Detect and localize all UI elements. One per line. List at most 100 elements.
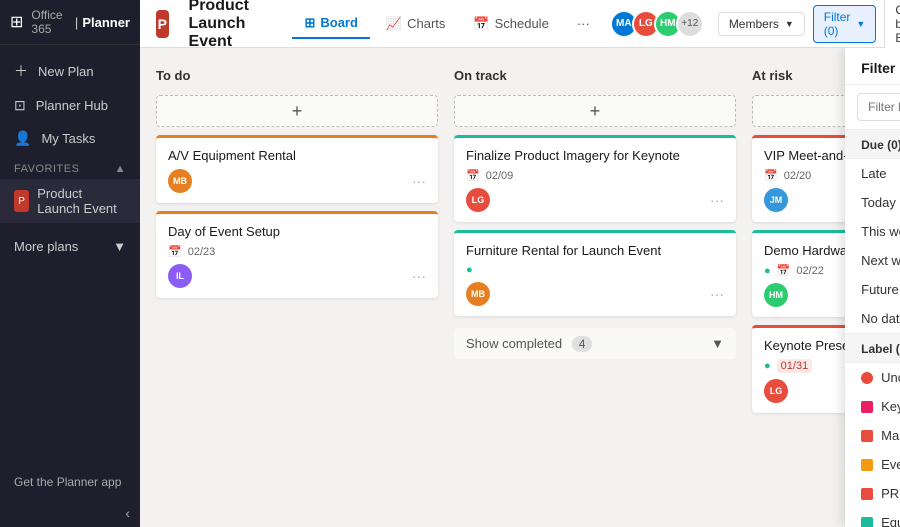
show-completed-button[interactable]: Show completed 4 ▼	[454, 328, 736, 359]
task-assignee: LG	[764, 379, 788, 403]
avatar-count[interactable]: +12	[676, 10, 704, 38]
pr-dot	[861, 488, 873, 500]
more-plans-chevron: ▼	[113, 239, 126, 254]
favorite-item-label: Product Launch Event	[37, 186, 126, 216]
tabs-more-button[interactable]: ···	[569, 12, 598, 35]
column-title-on-track: On track	[454, 68, 507, 83]
filter-search-input[interactable]	[857, 93, 900, 121]
add-task-todo[interactable]: +	[156, 95, 438, 127]
filter-label-event-label: Event Planning	[881, 457, 900, 472]
planner-hub-label: Planner Hub	[36, 98, 108, 113]
filter-due-next-week-label: Next week	[861, 253, 900, 268]
filter-button[interactable]: Filter (0) ▼	[813, 5, 877, 43]
task-date: 02/20	[784, 170, 812, 182]
column-on-track: On track + Finalize Product Imagery for …	[454, 64, 736, 511]
filter-chevron: ▼	[856, 19, 865, 29]
filter-due-late[interactable]: Late	[845, 159, 900, 188]
board-area: To do + A/V Equipment Rental MB ··· Day …	[140, 48, 900, 527]
favorites-chevron[interactable]: ▲	[115, 163, 126, 175]
filter-label-keynote-label: Keynote Presentation	[881, 399, 900, 414]
show-completed-chevron: ▼	[711, 336, 724, 351]
task-more-icon[interactable]: ···	[412, 268, 426, 284]
planner-label: Planner	[82, 15, 130, 30]
task-title: Furniture Rental for Launch Event	[466, 243, 724, 258]
task-meta: 📅 02/09	[466, 169, 724, 182]
column-todo: To do + A/V Equipment Rental MB ··· Day …	[156, 64, 438, 511]
filter-label-section-header[interactable]: Label (0) ▲	[845, 333, 900, 363]
sidebar-collapse-button[interactable]: ‹	[0, 499, 140, 527]
group-by-button[interactable]: Group by Bucket ▼	[884, 0, 900, 50]
filter-items: Due (0) ▲ Late Today This week Next week…	[845, 129, 900, 527]
filter-label-pr[interactable]: PR ···	[845, 479, 900, 508]
task-footer: MB ···	[466, 282, 724, 306]
filter-item-left: Keynote Presentation	[861, 399, 900, 414]
task-more-icon[interactable]: ···	[412, 173, 426, 189]
filter-label-marketing[interactable]: Marketing Collateral ···	[845, 421, 900, 450]
marketing-dot	[861, 430, 873, 442]
task-date: 02/09	[486, 170, 514, 182]
task-card-furniture-rental[interactable]: Furniture Rental for Launch Event ● MB ·…	[454, 230, 736, 316]
filter-due-this-week-label: This week	[861, 224, 900, 239]
column-title-todo: To do	[156, 68, 190, 83]
filter-label-equipment[interactable]: Equipment ···	[845, 508, 900, 527]
filter-label-uncategorized[interactable]: Uncategorized ···	[845, 363, 900, 392]
favorites-label: Favorites	[14, 163, 79, 175]
equipment-dot	[861, 517, 873, 527]
topbar: P Product Launch Event ⊞ Board 📈 Charts …	[140, 0, 900, 48]
tab-schedule[interactable]: 📅 Schedule	[461, 10, 560, 38]
filter-due-today[interactable]: Today	[845, 188, 900, 217]
charts-tab-label: Charts	[407, 16, 445, 31]
task-card-finalize-imagery[interactable]: Finalize Product Imagery for Keynote 📅 0…	[454, 135, 736, 222]
filter-due-no-date[interactable]: No date	[845, 304, 900, 333]
filter-label-marketing-label: Marketing Collateral	[881, 428, 900, 443]
filter-header: Filter Clear	[845, 48, 900, 85]
get-planner-app[interactable]: Get the Planner app	[0, 465, 140, 499]
project-logo: P	[156, 10, 169, 38]
filter-item-left: Uncategorized	[861, 370, 900, 385]
sidebar-item-product-launch[interactable]: P Product Launch Event	[0, 179, 140, 223]
event-planning-dot	[861, 459, 873, 471]
sidebar-item-new-plan[interactable]: ＋ New Plan	[0, 53, 140, 89]
more-plans-item[interactable]: More plans ▼	[0, 231, 140, 262]
tab-charts[interactable]: 📈 Charts	[374, 10, 457, 38]
filter-due-no-date-label: No date	[861, 311, 900, 326]
task-more-icon[interactable]: ···	[710, 286, 724, 302]
task-card-av-equipment[interactable]: A/V Equipment Rental MB ···	[156, 135, 438, 203]
filter-label-keynote[interactable]: Keynote Presentation ···	[845, 392, 900, 421]
office-label: Office 365	[31, 8, 67, 36]
new-plan-label: New Plan	[38, 64, 94, 79]
members-label: Members	[729, 17, 779, 31]
task-title: A/V Equipment Rental	[168, 148, 426, 163]
sidebar-item-planner-hub[interactable]: ⊡ Planner Hub	[0, 89, 140, 122]
task-assignee: MB	[466, 282, 490, 306]
column-header-todo: To do	[156, 64, 438, 87]
uncategorized-dot	[861, 372, 873, 384]
filter-due-future-label: Future	[861, 282, 899, 297]
get-app-label: Get the Planner app	[14, 475, 121, 489]
task-date: 02/23	[188, 246, 216, 258]
add-task-on-track[interactable]: +	[454, 95, 736, 127]
plus-icon: ＋	[14, 61, 28, 81]
filter-due-section-header[interactable]: Due (0) ▲	[845, 129, 900, 159]
board-tab-icon: ⊞	[304, 15, 315, 31]
task-footer: MB ···	[168, 169, 426, 193]
icon-dot: ●	[764, 265, 771, 277]
my-tasks-label: My Tasks	[41, 131, 95, 146]
members-button[interactable]: Members ▼	[718, 12, 805, 36]
task-meta: ●	[466, 264, 724, 276]
filter-panel: Filter Clear Due (0) ▲ Late Today This w…	[845, 48, 900, 527]
filter-label: Filter (0)	[824, 10, 851, 38]
tab-board[interactable]: ⊞ Board	[292, 9, 369, 39]
filter-label-event-planning[interactable]: Event Planning ···	[845, 450, 900, 479]
task-date: 02/22	[796, 265, 824, 277]
filter-due-future[interactable]: Future	[845, 275, 900, 304]
filter-due-next-week[interactable]: Next week	[845, 246, 900, 275]
task-card-day-of-event[interactable]: Day of Event Setup 📅 02/23 IL ···	[156, 211, 438, 298]
project-logo-letter: P	[158, 16, 167, 32]
page-title: Product Launch Event	[189, 0, 265, 51]
waffle-icon[interactable]: ⊞	[10, 12, 23, 32]
task-more-icon[interactable]: ···	[710, 192, 724, 208]
sidebar-item-my-tasks[interactable]: 👤 My Tasks	[0, 122, 140, 155]
filter-due-this-week[interactable]: This week	[845, 217, 900, 246]
column-header-on-track: On track	[454, 64, 736, 87]
